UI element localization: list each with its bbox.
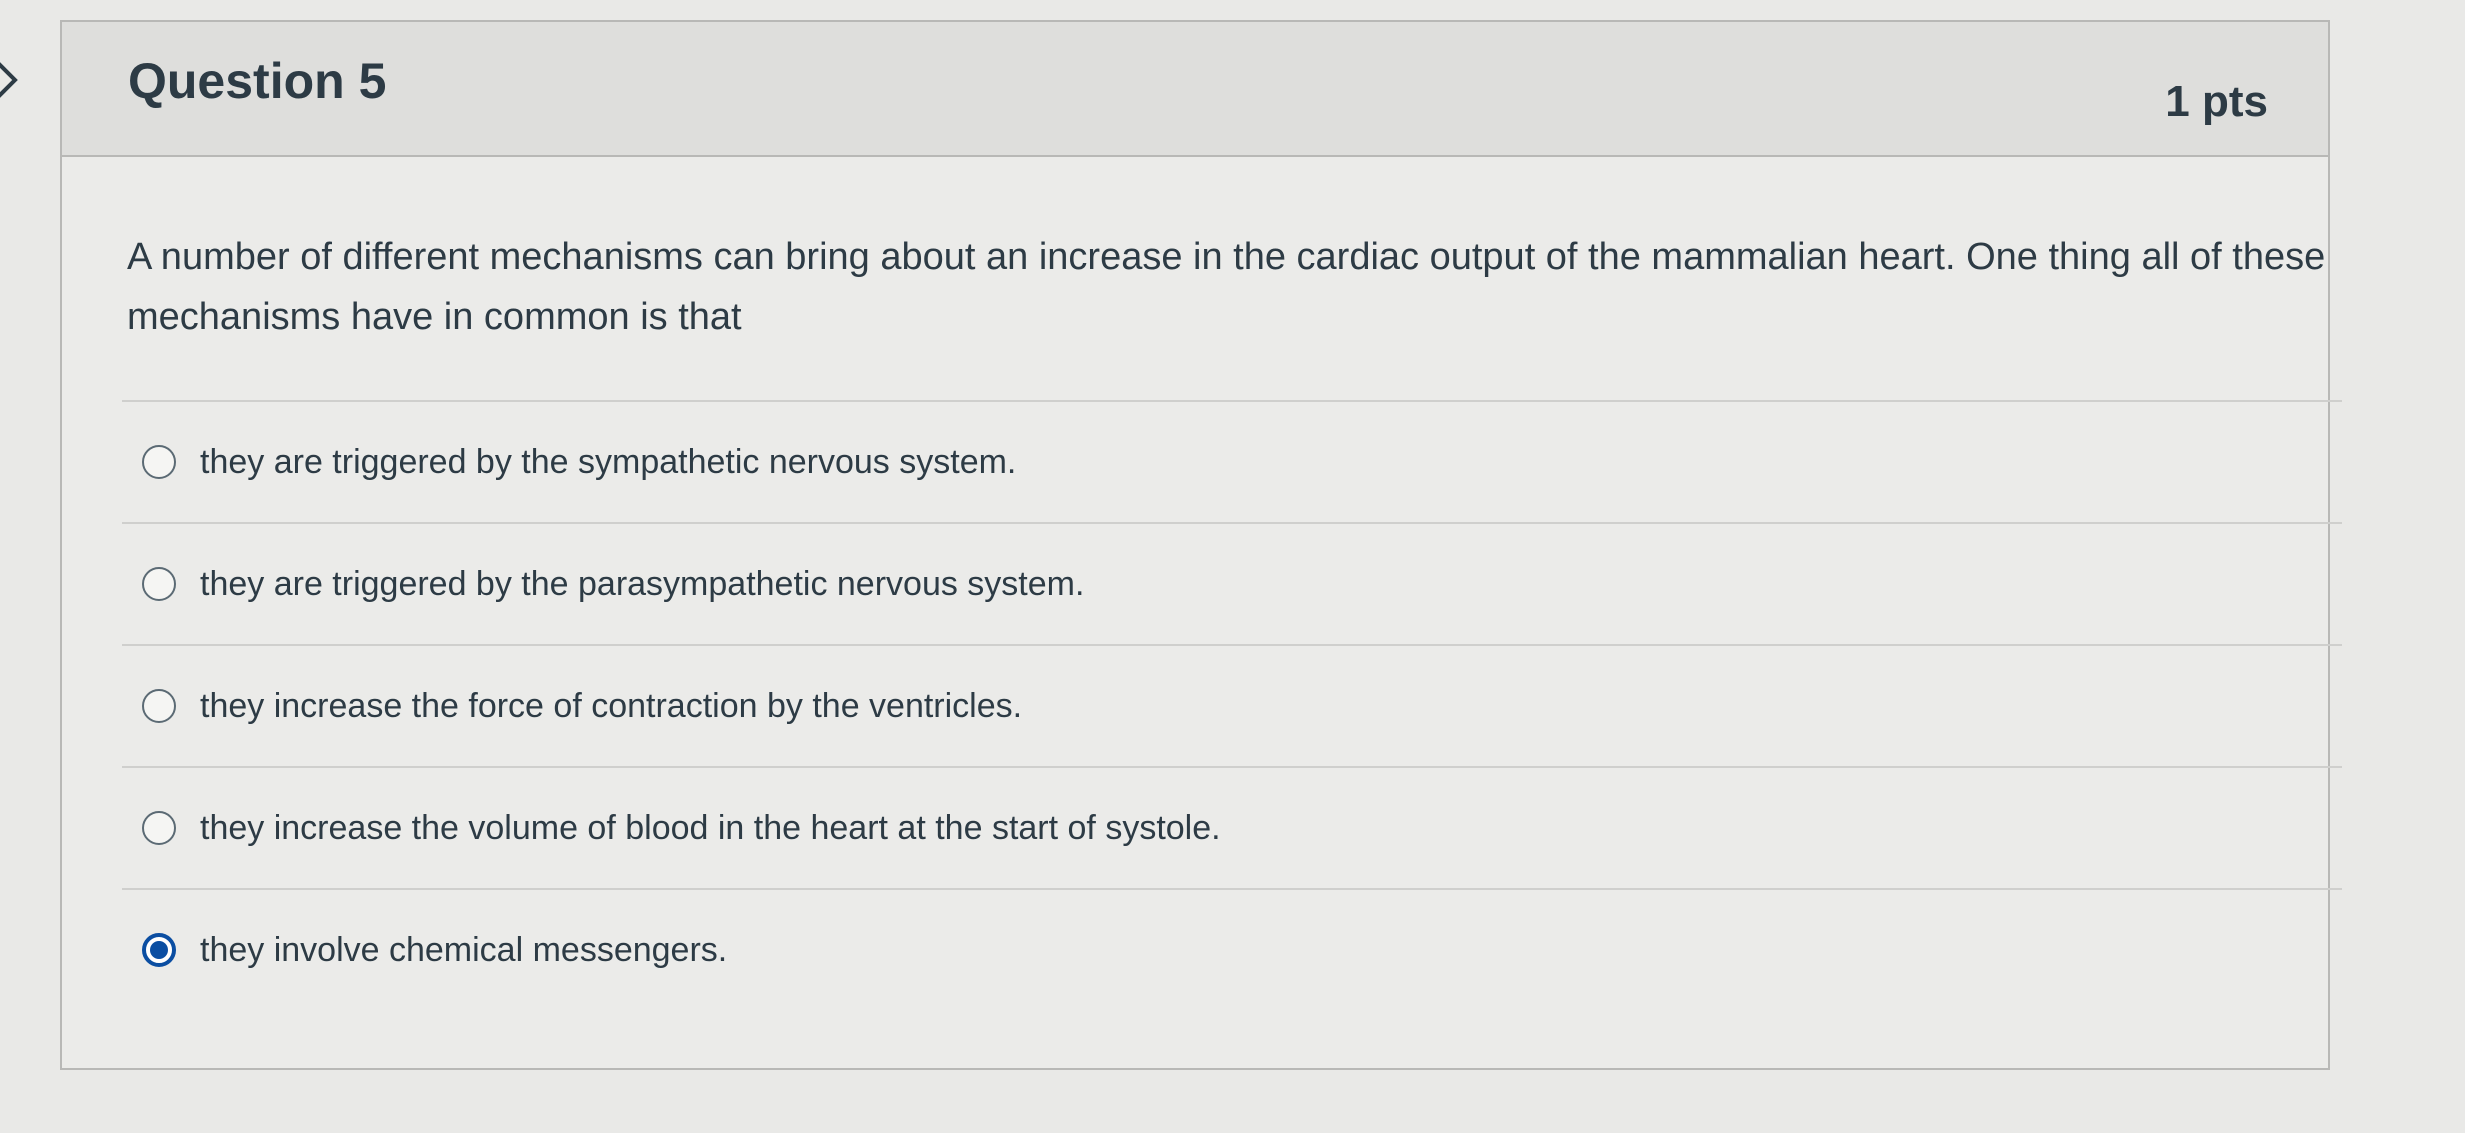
answer-label[interactable]: they involve chemical messengers. bbox=[200, 931, 727, 970]
answer-option-5[interactable]: they involve chemical messengers. bbox=[122, 890, 2342, 1010]
radio-button-icon[interactable] bbox=[142, 445, 176, 479]
question-title: Question 5 bbox=[128, 53, 387, 109]
radio-button-selected-icon[interactable] bbox=[142, 933, 176, 967]
radio-button-icon[interactable] bbox=[142, 811, 176, 845]
answer-option-2[interactable]: they are triggered by the parasympatheti… bbox=[122, 524, 2342, 644]
chevron-right-icon[interactable] bbox=[0, 50, 30, 110]
question-card: Question 5 1 pts A number of different m… bbox=[60, 20, 2342, 1070]
question-points: 1 pts bbox=[2165, 77, 2268, 126]
radio-button-icon[interactable] bbox=[142, 689, 176, 723]
answer-option-3[interactable]: they increase the force of contraction b… bbox=[122, 646, 2342, 766]
question-text: A number of different mechanisms can bri… bbox=[127, 236, 2326, 338]
answer-option-4[interactable]: they increase the volume of blood in the… bbox=[122, 768, 2342, 888]
answer-label[interactable]: they are triggered by the sympathetic ne… bbox=[200, 443, 1016, 482]
radio-button-icon[interactable] bbox=[142, 567, 176, 601]
question-header: Question 5 1 pts bbox=[62, 22, 2328, 157]
answer-label[interactable]: they are triggered by the parasympatheti… bbox=[200, 565, 1084, 604]
answer-label[interactable]: they increase the force of contraction b… bbox=[200, 687, 1022, 726]
answer-list: they are triggered by the sympathetic ne… bbox=[122, 400, 2342, 1010]
answer-option-1[interactable]: they are triggered by the sympathetic ne… bbox=[122, 402, 2342, 522]
answer-label[interactable]: they increase the volume of blood in the… bbox=[200, 809, 1221, 848]
